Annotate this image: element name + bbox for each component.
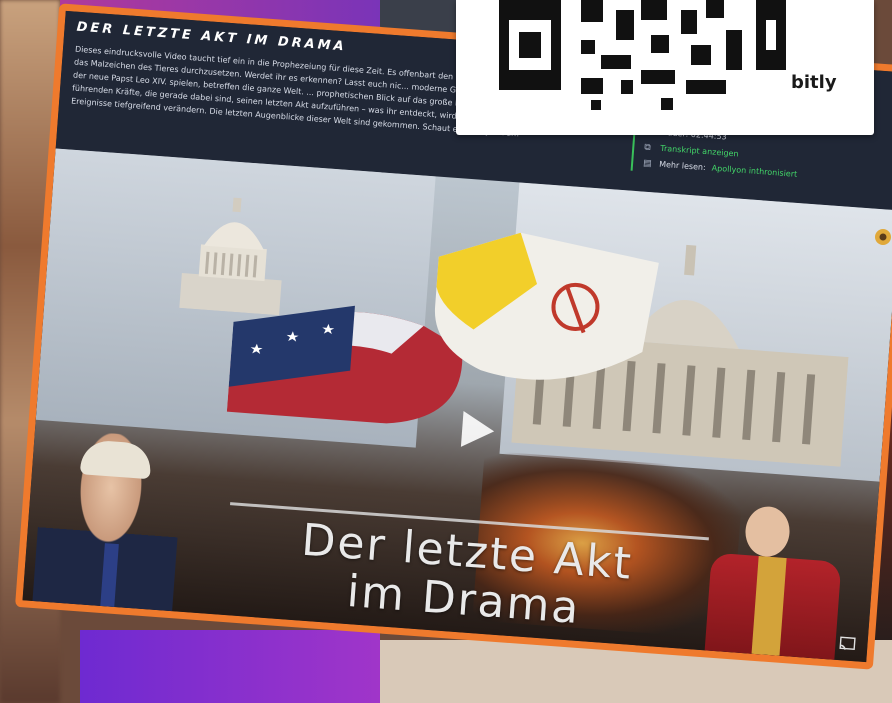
qr-code-overlay: bitly (456, 0, 874, 135)
qr-code-image (499, 0, 786, 110)
pope-portrait-image (696, 497, 857, 663)
bitly-logo: bitly (791, 72, 837, 93)
gear-icon (875, 229, 891, 245)
pope-head (743, 505, 792, 559)
video-player[interactable]: Der letzte Akt im Drama (22, 148, 892, 663)
portrait-tie (99, 543, 119, 614)
book-icon: ▤ (642, 158, 653, 170)
politician-portrait-image (31, 428, 185, 619)
more-prefix: Mehr lesen: (658, 159, 707, 173)
flag-hands-fistbump-image (226, 232, 659, 424)
play-icon[interactable] (455, 409, 498, 452)
cast-icon[interactable] (839, 636, 856, 651)
portrait-hair (79, 439, 153, 480)
background-bottom-purple-tile (80, 630, 380, 703)
transcript-icon: ⧉ (643, 142, 652, 154)
